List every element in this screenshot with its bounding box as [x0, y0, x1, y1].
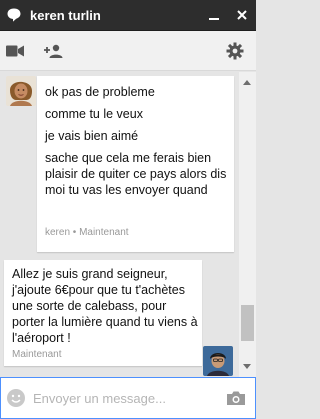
settings-icon — [226, 42, 244, 59]
message-input[interactable] — [33, 383, 223, 413]
contact-name: keren turlin — [30, 7, 101, 23]
incoming-message: ok pas de probleme comme tu le veux je v… — [37, 76, 234, 252]
scroll-down-arrow[interactable] — [243, 364, 251, 369]
scroll-thumb[interactable] — [241, 305, 254, 341]
chat-toolbar — [0, 31, 256, 71]
own-avatar — [203, 346, 233, 376]
video-call-icon — [6, 45, 24, 56]
chat-titlebar[interactable]: keren turlin — [0, 0, 256, 31]
message-list[interactable]: ok pas de probleme comme tu le veux je v… — [0, 72, 256, 377]
message-line: comme tu le veux — [45, 107, 143, 121]
video-call-button[interactable] — [2, 31, 28, 71]
message-line: ok pas de probleme — [45, 85, 155, 99]
settings-button[interactable] — [222, 31, 248, 71]
message-meta: keren • Maintenant — [45, 227, 129, 238]
message-composer — [0, 377, 256, 419]
scroll-up-arrow[interactable] — [243, 80, 251, 85]
message-text: Allez je suis grand seigneur, j'ajoute 6… — [12, 267, 198, 345]
minimize-icon — [209, 18, 219, 20]
emoji-icon[interactable] — [5, 387, 27, 409]
close-button[interactable] — [228, 0, 256, 31]
send-photo-button[interactable] — [223, 385, 249, 411]
message-line: sache que cela me ferais bien plaisir de… — [45, 151, 227, 197]
message-meta: Maintenant — [12, 349, 62, 360]
contact-avatar — [6, 76, 36, 106]
close-icon — [237, 10, 247, 20]
add-person-button[interactable] — [40, 31, 66, 71]
message-scrollbar[interactable] — [239, 72, 256, 377]
minimize-button[interactable] — [200, 0, 228, 31]
add-person-icon — [44, 44, 63, 58]
chat-bubble-icon — [7, 8, 21, 22]
outgoing-message: Allez je suis grand seigneur, j'ajoute 6… — [4, 260, 202, 366]
camera-icon — [227, 391, 245, 405]
message-line: je vais bien aimé — [45, 129, 139, 143]
